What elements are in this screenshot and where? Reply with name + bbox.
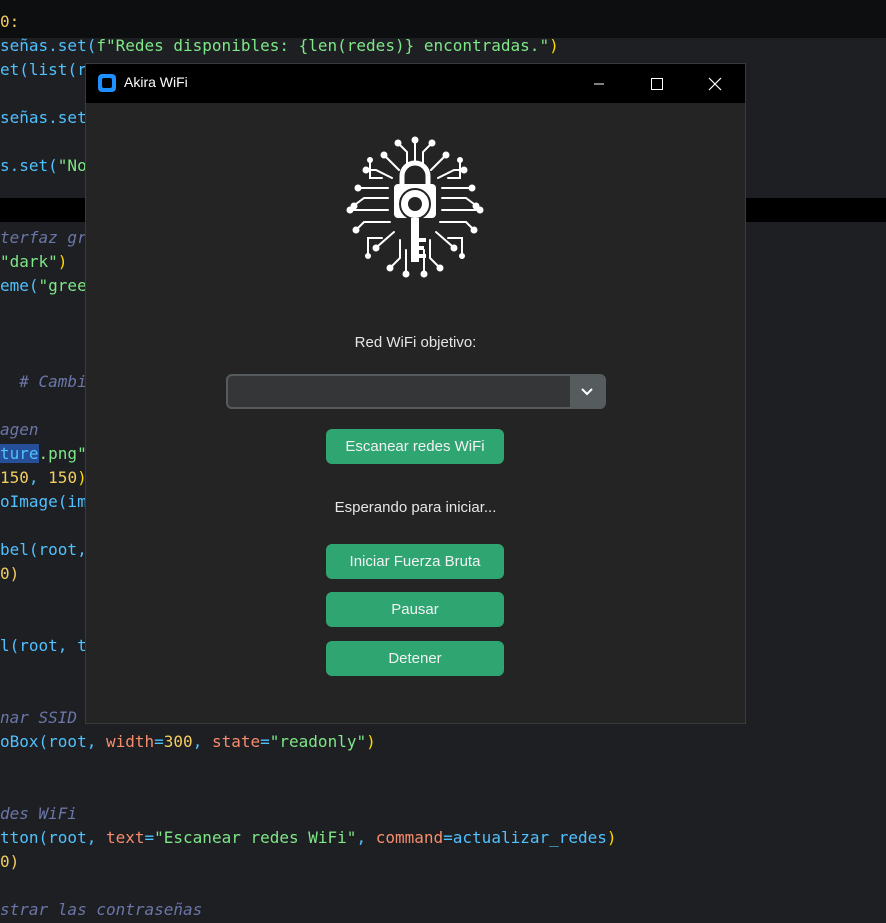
- code-line: 0:: [0, 10, 19, 34]
- akira-wifi-window: Akira WiFi Red WiFi objetivo: Escanear r…: [86, 64, 745, 723]
- code-token: 150: [48, 468, 78, 487]
- editor-band: [0, 0, 886, 38]
- code-token: ,: [192, 732, 212, 751]
- code-token: s.set(: [0, 156, 58, 175]
- code-line: oBox(root, width=300, state="readonly"): [0, 730, 376, 754]
- code-line: señas.set(f"Redes disponibles: {len(rede…: [0, 34, 559, 58]
- code-token: f"Redes disponibles: {len(redes)} encont…: [96, 36, 550, 55]
- code-token: width: [105, 732, 155, 751]
- scan-networks-button[interactable]: Escanear redes WiFi: [326, 429, 504, 464]
- code-token: nar SSID: [0, 708, 78, 727]
- code-token: ): [606, 828, 617, 847]
- code-token: =: [144, 828, 155, 847]
- minimize-button[interactable]: [570, 64, 628, 103]
- title-bar[interactable]: Akira WiFi: [86, 64, 745, 103]
- combobox-dropdown-button[interactable]: [570, 376, 604, 407]
- code-token: bel(root,: [0, 540, 87, 559]
- code-token: ture: [0, 444, 39, 463]
- code-token: ,: [356, 828, 376, 847]
- code-token: l(root, te: [0, 636, 97, 655]
- code-line: 0): [0, 562, 19, 586]
- code-token: command: [375, 828, 444, 847]
- code-line: tton(root, text="Escanear redes WiFi", c…: [0, 826, 617, 850]
- code-token: ): [366, 732, 376, 751]
- code-token: 150: [0, 468, 29, 487]
- code-token: oImage(ima: [0, 492, 97, 511]
- code-line: l(root, te: [0, 634, 96, 658]
- ssid-combobox[interactable]: [226, 374, 606, 409]
- code-token: # Cambi: [0, 372, 87, 391]
- code-token: oBox(root,: [0, 732, 106, 751]
- chevron-down-icon: [581, 387, 593, 395]
- close-button[interactable]: [686, 64, 744, 103]
- code-line: terfaz gr: [0, 226, 87, 250]
- code-token: señas.set(: [0, 36, 97, 55]
- window-title: Akira WiFi: [124, 74, 188, 90]
- code-token: terfaz gr: [0, 228, 87, 247]
- code-token: =: [154, 732, 164, 751]
- target-network-label: Red WiFi objetivo:: [354, 334, 477, 351]
- circuit-lock-key-logo: [346, 136, 484, 278]
- maximize-icon: [651, 77, 663, 90]
- code-token: "No: [57, 156, 87, 175]
- code-token: señas.set: [0, 108, 87, 127]
- code-line: strar las contraseñas: [0, 898, 202, 922]
- code-token: "readonly": [269, 732, 367, 751]
- code-token: "Escanear redes WiFi": [154, 828, 357, 847]
- code-line: señas.set: [0, 106, 87, 130]
- close-icon: [708, 77, 722, 90]
- code-token: ): [549, 36, 559, 55]
- pause-button[interactable]: Pausar: [326, 592, 504, 627]
- code-token: 0): [0, 852, 20, 871]
- stop-button[interactable]: Detener: [326, 641, 504, 676]
- code-line: nar SSID: [0, 706, 77, 730]
- code-line: des WiFi: [0, 802, 77, 826]
- code-token: state: [211, 732, 261, 751]
- code-token: ,: [28, 468, 49, 487]
- code-token: =: [260, 732, 270, 751]
- minimize-icon: [594, 83, 604, 84]
- code-line: oImage(ima: [0, 490, 96, 514]
- code-token: actualizar_redes: [452, 828, 607, 847]
- code-line: bel(root,: [0, 538, 87, 562]
- code-line: eme("green: [0, 274, 96, 298]
- code-token: et(: [0, 60, 29, 79]
- code-token: 0): [0, 564, 20, 583]
- code-line: # Cambi: [0, 370, 87, 394]
- code-line: 150, 150): [0, 466, 87, 490]
- code-line: 0): [0, 850, 19, 874]
- code-token: tton(root,: [0, 828, 106, 847]
- code-token: eme(: [0, 276, 39, 295]
- code-line: ture.png": [0, 442, 87, 466]
- code-token: des WiFi: [0, 804, 78, 823]
- status-label: Esperando para iniciar...: [334, 499, 497, 516]
- code-token: .png": [38, 444, 87, 463]
- code-token: =: [443, 828, 453, 847]
- code-line: s.set("No: [0, 154, 87, 178]
- code-token: 300: [163, 732, 193, 751]
- code-token: text: [105, 828, 145, 847]
- code-token: strar las contraseñas: [0, 900, 203, 919]
- code-line: agen: [0, 418, 39, 442]
- code-token: "dark": [0, 252, 58, 271]
- code-token: agen: [0, 420, 39, 439]
- maximize-button[interactable]: [628, 64, 686, 103]
- code-line: "dark") #: [0, 250, 96, 274]
- start-brute-force-button[interactable]: Iniciar Fuerza Bruta: [326, 544, 504, 579]
- app-icon: [98, 74, 116, 92]
- code-token: 0:: [0, 12, 20, 31]
